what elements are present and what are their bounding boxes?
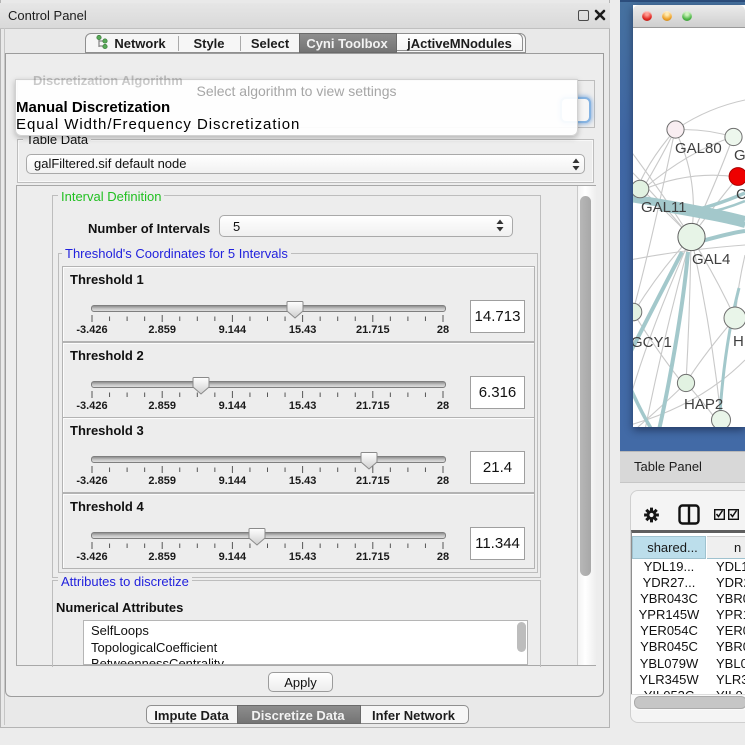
svg-text:HAP2: HAP2 <box>684 396 723 413</box>
svg-text:GA: GA <box>734 147 745 164</box>
svg-text:GAL80: GAL80 <box>675 140 722 157</box>
svg-text:GAL4: GAL4 <box>692 251 730 268</box>
svg-text:GCY1: GCY1 <box>633 334 672 351</box>
svg-text:H: H <box>733 333 744 350</box>
svg-text:GAL11: GAL11 <box>641 199 687 216</box>
svg-text:C: C <box>736 186 745 203</box>
